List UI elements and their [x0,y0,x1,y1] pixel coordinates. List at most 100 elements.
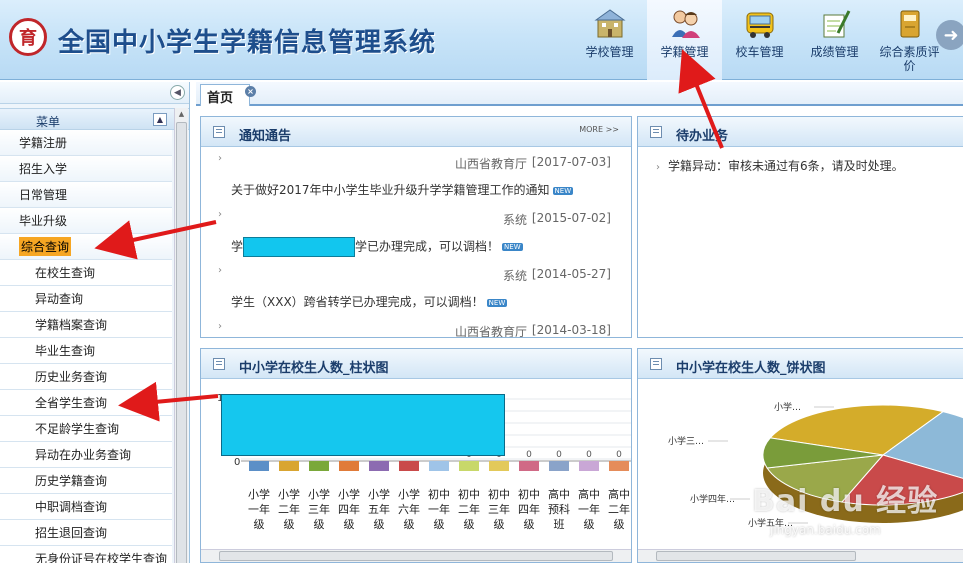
sidebar-item[interactable]: 学籍档案查询 [0,312,172,338]
bar-chart-hscrollbar[interactable] [201,549,631,562]
panel-minimize-icon[interactable] [650,358,662,370]
top-nav: 学校管理 学籍管理 校车管理 成绩管理 综合素质评价 [572,0,947,80]
notice-item[interactable]: 关于做好2017年中小学生毕业升级升学学籍管理工作的通知 NEW [201,175,631,205]
x-tick-label: 小学 [248,487,270,501]
panel-minimize-icon[interactable] [213,358,225,370]
x-tick-label: 一年 [578,502,600,516]
todo-item[interactable]: › 学籍异动：审核未通过有6条，请及时处理。 [656,157,904,174]
notice-text: 学 [231,239,244,254]
pie-chart-panel-header: 中小学在校生人数_饼状图 [638,349,963,379]
panel-minimize-icon[interactable] [650,126,662,138]
x-tick-label: 四年 [338,502,360,516]
notice-date: [2017-07-03] [531,155,611,169]
sidebar-toolbar: ◀ [0,82,189,104]
todo-text: 学籍异动：审核未通过有6条，请及时处理。 [668,159,904,173]
sidebar-item[interactable]: 毕业生查询 [0,338,172,364]
pie-label: 小学… [774,401,801,413]
notice-item[interactable]: 学 学已办理完成，可以调档！ NEW [201,231,631,261]
watermark-logo: Bai du 经验 [752,484,939,519]
x-tick-label: 级 [614,518,625,531]
x-tick-label: 级 [434,518,445,531]
sidebar-item[interactable]: 历史业务查询 [0,364,172,390]
sidebar-item[interactable]: 异动在办业务查询 [0,442,172,468]
redaction-mask [243,237,356,257]
sidebar-item[interactable]: 招生入学 [0,156,172,182]
bar [549,461,569,471]
x-tick-label: 二年 [608,502,630,516]
pie-chart-title: 中小学在校生人数_饼状图 [676,361,826,376]
x-tick-label: 三年 [308,502,330,516]
scrollbar-thumb[interactable] [656,551,856,561]
scrollbar-thumb[interactable] [219,551,613,561]
nav-grade-management[interactable]: 成绩管理 [797,0,872,80]
nav-label: 校车管理 [735,45,784,59]
x-tick-label: 初中 [518,487,540,501]
sidebar-item-label: 无身份证号在校学生查询 [35,552,168,563]
y-tick-label: 0 [234,457,240,468]
notice-date: [2014-03-18] [531,323,611,337]
x-tick-label: 高中 [548,487,570,501]
collapse-sidebar-icon[interactable]: ◀ [170,85,185,100]
notice-item[interactable]: 学生（XXX）跨省转学已办理完成，可以调档！ NEW [201,287,631,317]
tab-home[interactable]: 首页 × [200,84,256,106]
scrollbar-thumb[interactable] [176,122,187,563]
sidebar-item-label: 中职调档查询 [35,500,108,514]
nav-student-status-management[interactable]: 学籍管理 [647,0,722,80]
notice-text: 关于做好2017年中小学生毕业升级升学学籍管理工作的通知 [231,183,550,197]
nav-next-arrow-icon[interactable]: ➜ [936,20,963,50]
x-tick-label: 高中 [608,487,630,501]
pie-chart-hscrollbar[interactable] [638,549,963,562]
sidebar-item[interactable]: 在校生查询 [0,260,172,286]
sidebar-item[interactable]: 中职调档查询 [0,494,172,520]
bar [369,461,389,471]
bar-value-label: 0 [586,450,592,460]
nav-label: 学籍管理 [660,45,709,59]
sidebar-item[interactable]: 日常管理 [0,182,172,208]
nav-school-management[interactable]: 学校管理 [572,0,647,80]
students-icon [667,6,703,42]
sidebar-item-label: 日常管理 [19,188,68,202]
bar [609,461,629,471]
sidebar-item[interactable]: 综合查询 [0,234,172,260]
sidebar-item[interactable]: 全省学生查询 [0,390,172,416]
school-bus-icon [742,6,778,42]
sidebar-item[interactable]: 历史学籍查询 [0,468,172,494]
more-link[interactable]: MORE >> [579,125,619,134]
menu-header: 菜单 ▲ [0,108,189,130]
notice-meta: › 系统 [2015-07-02] [201,205,631,231]
x-tick-label: 二年 [458,502,480,516]
sidebar-item[interactable]: 不足龄学生查询 [0,416,172,442]
sidebar-scrollbar[interactable]: ▲ [174,108,188,563]
tab-home-label: 首页 [207,91,234,106]
sidebar-item[interactable]: 毕业升级 [0,208,172,234]
app-header: 育 全国中小学生学籍信息管理系统 学校管理 学籍管理 校车管理 成绩管理 综合素… [0,0,963,80]
bar [399,461,419,471]
nav-comprehensive-evaluation[interactable]: 综合素质评价 [872,0,947,80]
menu-title: 菜单 [36,115,61,129]
tab-close-icon[interactable]: × [245,86,256,97]
bar [579,461,599,471]
x-tick-label: 级 [494,518,505,531]
bar-chart-panel: 中小学在校生人数_柱状图 1000小学一年级小学二年级小学三年级小学四年级小学五… [200,348,632,563]
sidebar-item-label: 不足龄学生查询 [35,422,120,436]
x-tick-label: 一年 [428,502,450,516]
panel-minimize-icon[interactable] [213,126,225,138]
bar-chart-panel-header: 中小学在校生人数_柱状图 [201,349,631,379]
x-tick-label: 级 [254,518,265,531]
x-tick-label: 四年 [518,502,540,516]
chevron-right-icon: › [218,153,222,164]
sidebar-item[interactable]: 无身份证号在校学生查询 [0,546,172,563]
notice-text: 学生（XXX）跨省转学已办理完成，可以调档！ [231,295,484,309]
menu-list: 学籍注册招生入学日常管理毕业升级 综合查询 在校生查询 异动查询 学籍档案查询 毕业生查询… [0,130,172,563]
sidebar-item[interactable]: 异动查询 [0,286,172,312]
nav-school-bus-management[interactable]: 校车管理 [722,0,797,80]
x-tick-label: 级 [374,518,385,531]
x-tick-label: 级 [584,518,595,531]
menu-collapse-up-icon[interactable]: ▲ [153,113,167,126]
sidebar-item[interactable]: 招生退回查询 [0,520,172,546]
scroll-up-icon[interactable]: ▲ [177,110,186,119]
sidebar-item-label: 异动在办业务查询 [35,448,132,462]
sidebar-item[interactable]: 学籍注册 [0,130,172,156]
sidebar-item-label: 招生入学 [19,162,68,176]
evaluation-book-icon [892,6,928,42]
